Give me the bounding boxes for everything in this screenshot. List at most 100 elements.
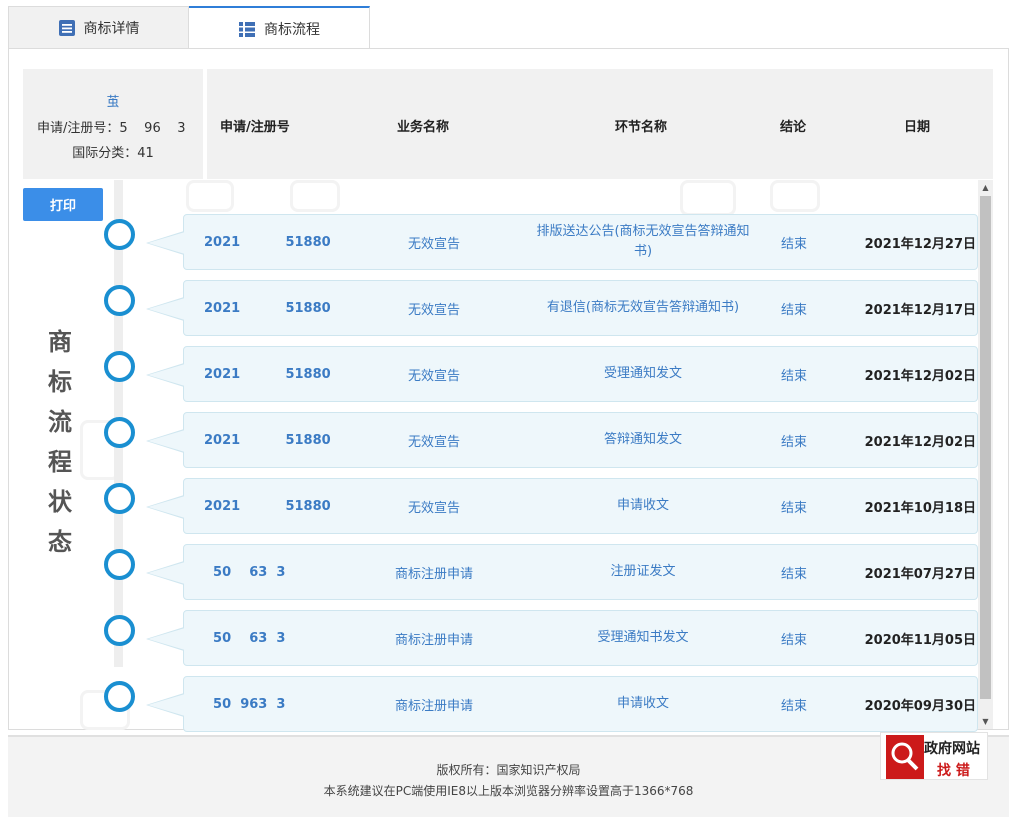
table-header: 申请/注册号 业务名称 环节名称 结论 日期: [207, 69, 993, 179]
header-result: 结论: [780, 120, 807, 135]
footer-copyright: 版权所有：国家知识产权局: [436, 763, 581, 777]
application-number: 申请/注册号：5 96 3: [37, 121, 186, 136]
document-list-icon: [58, 19, 76, 37]
timeline-node: [104, 219, 135, 250]
timeline-node: [104, 549, 135, 580]
row-date: 2021年12月02日: [864, 368, 976, 384]
row-business: 无效宣告: [407, 236, 460, 252]
row-step: 受理通知发文: [603, 366, 682, 381]
tab-label: 商标详情: [83, 20, 140, 37]
magnifier-icon: [886, 735, 924, 779]
callout-pointer-fill: [148, 232, 185, 254]
callout-pointer-fill: [148, 496, 185, 518]
process-row: 2021 51880 无效宣告 答辩通知发文 结束 2021年12月02日: [146, 412, 978, 468]
process-row: 50 63 3 商标注册申请 注册证发文 结束 2021年07月27日: [146, 544, 978, 600]
international-class: 国际分类：41: [72, 146, 154, 161]
row-business: 无效宣告: [407, 434, 460, 450]
row-result: 结束: [780, 236, 807, 252]
row-date: 2020年11月05日: [864, 632, 976, 648]
header-app-no: 申请/注册号: [220, 120, 290, 135]
row-business: 无效宣告: [407, 500, 460, 516]
row-app-no: 2021 51880: [204, 432, 331, 448]
row-date: 2021年12月17日: [864, 302, 976, 318]
process-row: 2021 51880 无效宣告 有退信(商标无效宣告答辩通知书) 结束 2021…: [146, 280, 978, 336]
row-business: 商标注册申请: [394, 698, 473, 714]
row-app-no: 2021 51880: [204, 300, 331, 316]
vertical-title-char: 流: [48, 408, 72, 436]
row-step: 注册证发文: [610, 564, 676, 579]
row-result: 结束: [780, 632, 807, 648]
vertical-title-char: 商: [48, 328, 72, 356]
row-app-no: 2021 51880: [204, 498, 331, 514]
row-result: 结束: [780, 500, 807, 516]
row-step: 申请收文: [616, 498, 669, 513]
tab-trademark-details[interactable]: 商标详情: [8, 6, 189, 49]
row-step: 排版送达公告(商标无效宣告答辩通知书): [536, 224, 750, 259]
vertical-title-char: 标: [48, 368, 72, 396]
process-row: 2021 51880 无效宣告 申请收文 结束 2021年10月18日: [146, 478, 978, 534]
trademark-name: 茧: [106, 95, 120, 110]
row-result: 结束: [780, 698, 807, 714]
grid-list-icon: [238, 20, 256, 38]
row-step: 受理通知书发文: [597, 630, 689, 645]
row-business: 无效宣告: [407, 302, 460, 318]
vertical-title: 商 标 流 程 状 态: [42, 322, 78, 562]
scroll-down-arrow-icon[interactable]: ▼: [978, 714, 993, 729]
row-app-no: 50 963 3: [204, 696, 286, 712]
row-business: 商标注册申请: [394, 632, 473, 648]
footer-advice: 本系统建议在PC端使用IE8以上版本浏览器分辨率设置高于1366*768: [323, 784, 694, 798]
callout-pointer-fill: [148, 430, 185, 452]
gov-error-report-badge[interactable]: 政府网站 找 错: [880, 732, 988, 780]
header-step: 环节名称: [615, 120, 668, 135]
row-date: 2021年07月27日: [864, 566, 976, 582]
watermark: [290, 180, 340, 212]
vertical-scrollbar[interactable]: ▲ ▼: [978, 180, 993, 729]
timeline-node: [104, 351, 135, 382]
tab-trademark-process[interactable]: 商标流程: [189, 6, 370, 49]
trademark-info-box: 茧 申请/注册号：5 96 3 国际分类：41: [23, 69, 203, 179]
timeline-node: [104, 285, 135, 316]
tab-bar: 商标详情 商标流程: [8, 6, 1008, 49]
row-app-no: 50 63 3: [204, 630, 286, 646]
process-row: 2021 51880 无效宣告 排版送达公告(商标无效宣告答辩通知书) 结束 2…: [146, 214, 978, 270]
row-step: 有退信(商标无效宣告答辩通知书): [546, 300, 740, 315]
row-result: 结束: [780, 368, 807, 384]
process-row: 2021 51880 无效宣告 受理通知发文 结束 2021年12月02日: [146, 346, 978, 402]
watermark: [186, 180, 234, 212]
tab-label: 商标流程: [264, 21, 320, 38]
row-business: 商标注册申请: [394, 566, 473, 582]
header-date: 日期: [904, 120, 931, 135]
row-step: 答辩通知发文: [603, 432, 682, 447]
watermark: [680, 180, 736, 216]
process-row: 50 63 3 商标注册申请 受理通知书发文 结束 2020年11月05日: [146, 610, 978, 666]
row-date: 2021年12月02日: [864, 434, 976, 450]
row-result: 结束: [780, 302, 807, 318]
callout-pointer-fill: [148, 694, 185, 716]
timeline-node: [104, 417, 135, 448]
watermark: [770, 180, 820, 212]
scroll-up-arrow-icon[interactable]: ▲: [978, 180, 993, 195]
vertical-title-char: 状: [48, 488, 72, 516]
footer: 版权所有：国家知识产权局 本系统建议在PC端使用IE8以上版本浏览器分辨率设置高…: [8, 735, 1009, 817]
row-step: 申请收文: [616, 696, 669, 711]
badge-line2: 找 错: [937, 763, 970, 779]
callout-pointer-fill: [148, 628, 185, 650]
process-row: 50 963 3 商标注册申请 申请收文 结束 2020年09月30日: [146, 676, 978, 732]
vertical-title-char: 态: [48, 528, 72, 556]
timeline-node: [104, 483, 135, 514]
timeline-node: [104, 681, 135, 712]
scroll-thumb[interactable]: [980, 196, 991, 699]
row-business: 无效宣告: [407, 368, 460, 384]
row-result: 结束: [780, 434, 807, 450]
row-app-no: 2021 51880: [204, 234, 331, 250]
print-button[interactable]: 打印: [23, 188, 103, 221]
timeline-node: [104, 615, 135, 646]
callout-pointer-fill: [148, 298, 185, 320]
row-date: 2020年09月30日: [864, 698, 976, 714]
callout-pointer-fill: [148, 364, 185, 386]
badge-line1: 政府网站: [924, 741, 980, 757]
row-result: 结束: [780, 566, 807, 582]
row-app-no: 2021 51880: [204, 366, 331, 382]
row-date: 2021年12月27日: [864, 236, 976, 252]
header-business: 业务名称: [397, 120, 450, 135]
